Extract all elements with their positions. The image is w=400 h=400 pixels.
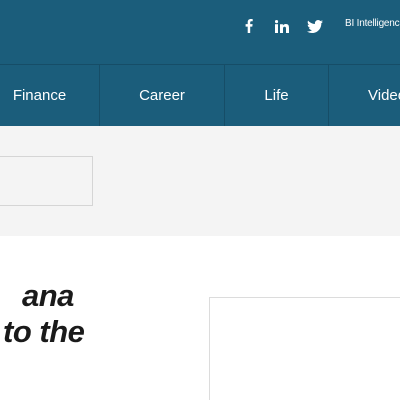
main-navigation: Finance Career Life Video [0,64,400,126]
headline-line-1: ana [22,278,74,313]
facebook-icon[interactable] [243,17,255,35]
linkedin-icon[interactable] [274,17,290,35]
nav-item-video[interactable]: Video [329,65,400,126]
headline-line-2: to the [3,314,85,349]
search-band [0,126,400,236]
nav-item-finance[interactable]: Finance [0,65,100,126]
nav-item-career[interactable]: Career [100,65,225,126]
top-header-bar: BI Intelligence [0,0,400,64]
twitter-icon[interactable] [306,17,324,35]
nav-item-life[interactable]: Life [225,65,329,126]
article-headline[interactable]: ana to the [0,278,200,350]
bi-intelligence-link[interactable]: BI Intelligence [345,18,400,29]
ad-placeholder [209,297,400,400]
search-input[interactable] [0,156,93,206]
